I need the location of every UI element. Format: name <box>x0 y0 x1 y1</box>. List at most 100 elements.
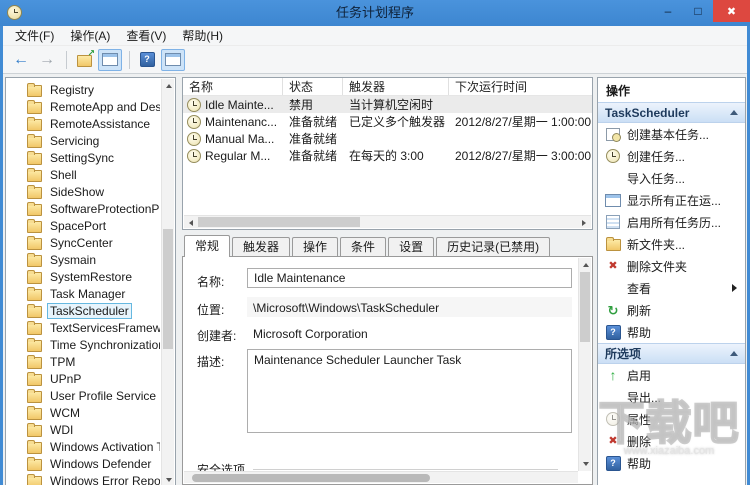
actions-section-header-taskscheduler[interactable]: TaskScheduler <box>598 102 745 123</box>
tree-item-label: Task Manager <box>50 286 126 301</box>
column-header[interactable]: 下次运行时间 <box>449 78 592 95</box>
collapse-icon[interactable] <box>730 347 738 356</box>
tree-item[interactable]: User Profile Service <box>6 387 161 404</box>
tree-item[interactable]: SyncCenter <box>6 234 161 251</box>
tree-item[interactable]: SideShow <box>6 183 161 200</box>
folder-icon <box>26 201 42 216</box>
tree-item[interactable]: SoftwareProtectionPla <box>6 200 161 217</box>
scroll-down-icon[interactable] <box>162 474 175 485</box>
task-list-hscroll-thumb[interactable] <box>198 217 360 227</box>
console-tree-toggle[interactable] <box>98 48 122 71</box>
properties-tab[interactable]: 设置 <box>388 237 435 256</box>
action-pane-toggle[interactable] <box>161 48 185 71</box>
action-item[interactable]: 查看 <box>598 277 745 299</box>
action-item[interactable]: 删除文件夹 <box>598 255 745 277</box>
tree-item-label: Time Synchronization <box>50 337 161 352</box>
name-field[interactable]: Idle Maintenance <box>247 268 572 288</box>
properties-tab[interactable]: 历史记录(已禁用) <box>436 237 551 256</box>
tree-item[interactable]: Windows Error Repor <box>6 472 161 485</box>
properties-vscrollbar[interactable] <box>578 258 591 471</box>
tree-item[interactable]: UPnP <box>6 370 161 387</box>
tree-item[interactable]: SystemRestore <box>6 268 161 285</box>
scroll-right-icon[interactable] <box>578 216 591 229</box>
action-item[interactable]: 刷新 <box>598 299 745 321</box>
table-row[interactable]: Maintenanc... 准备就绪 已定义多个触发器 2012/8/27/星期… <box>183 113 592 130</box>
help-button[interactable] <box>135 49 159 71</box>
scroll-up-icon[interactable] <box>579 258 592 271</box>
action-item-icon <box>605 390 621 404</box>
minimize-button[interactable]: – <box>653 0 683 22</box>
menu-item[interactable]: 查看(V) <box>118 25 174 46</box>
tree-item-label: RemoteAssistance <box>50 116 151 131</box>
tree-item[interactable]: Sysmain <box>6 251 161 268</box>
forward-button[interactable] <box>35 49 59 71</box>
tree-item[interactable]: Task Manager <box>6 285 161 302</box>
action-item[interactable]: 创建任务... <box>598 145 745 167</box>
tree-scrollbar[interactable] <box>161 79 174 485</box>
close-button[interactable]: ✖ <box>713 0 750 22</box>
back-button[interactable] <box>9 49 33 71</box>
action-item[interactable]: 显示所有正在运... <box>598 189 745 211</box>
task-clock-icon <box>186 132 202 146</box>
properties-hscrollbar[interactable] <box>184 471 578 483</box>
action-item[interactable]: 删除 <box>598 430 745 452</box>
properties-vscroll-thumb[interactable] <box>580 272 590 342</box>
tree-item[interactable]: TextServicesFramewor <box>6 319 161 336</box>
maximize-button[interactable]: □ <box>683 0 713 22</box>
action-item[interactable]: 启用所有任务历... <box>598 211 745 233</box>
tree-item[interactable]: Servicing <box>6 132 161 149</box>
tree-scrollbar-thumb[interactable] <box>163 229 173 349</box>
tree-item-label: Windows Error Repor <box>50 473 161 485</box>
properties-tab[interactable]: 操作 <box>292 237 339 256</box>
tree-item[interactable]: WCM <box>6 404 161 421</box>
task-status-cell: 准备就绪 <box>289 115 338 129</box>
table-row[interactable]: Idle Mainte... 禁用 当计算机空闲时 <box>183 96 592 113</box>
folder-icon <box>26 337 42 352</box>
task-list-hscrollbar[interactable] <box>184 215 591 228</box>
menu-item[interactable]: 帮助(H) <box>174 25 231 46</box>
tree-item[interactable]: RemoteApp and Desk <box>6 98 161 115</box>
tree-item[interactable]: RemoteAssistance <box>6 115 161 132</box>
folder-icon <box>26 439 42 454</box>
tree-item[interactable]: TPM <box>6 353 161 370</box>
task-next-run-cell: 2012/8/27/星期一 3:00:00 <box>455 149 592 163</box>
description-field[interactable]: Maintenance Scheduler Launcher Task <box>247 349 572 433</box>
properties-hscroll-thumb[interactable] <box>192 474 430 482</box>
column-header[interactable]: 名称 <box>183 78 283 95</box>
scroll-down-icon[interactable] <box>579 458 592 471</box>
action-item[interactable]: 导入任务... <box>598 167 745 189</box>
table-row[interactable]: Manual Ma... 准备就绪 <box>183 130 592 147</box>
folder-icon <box>26 473 42 485</box>
menu-item[interactable]: 文件(F) <box>7 25 62 46</box>
tree-item[interactable]: Windows Activation Te <box>6 438 161 455</box>
toolbar-button-icon <box>13 53 29 67</box>
tree-item[interactable]: TaskScheduler <box>6 302 161 319</box>
properties-tab[interactable]: 触发器 <box>232 237 291 256</box>
action-item[interactable]: 导出... <box>598 386 745 408</box>
scroll-up-icon[interactable] <box>162 79 175 92</box>
collapse-icon[interactable] <box>730 106 738 115</box>
tree-item[interactable]: SettingSync <box>6 149 161 166</box>
action-item[interactable]: 新文件夹... <box>598 233 745 255</box>
tree-item[interactable]: WDI <box>6 421 161 438</box>
column-header[interactable]: 触发器 <box>343 78 449 95</box>
action-item[interactable]: 启用 <box>598 364 745 386</box>
action-item[interactable]: 帮助 <box>598 321 745 343</box>
action-item[interactable]: 创建基本任务... <box>598 123 745 145</box>
action-item[interactable]: 属性 <box>598 408 745 430</box>
properties-tab[interactable]: 常规 <box>184 235 231 257</box>
column-header[interactable]: 状态 <box>283 78 343 95</box>
menu-item[interactable]: 操作(A) <box>62 25 118 46</box>
actions-section-header-selected-item[interactable]: 所选项 <box>598 343 745 364</box>
table-row[interactable]: Regular M... 准备就绪 在每天的 3:00 2012/8/27/星期… <box>183 147 592 164</box>
tree-item[interactable]: Windows Defender <box>6 455 161 472</box>
tree-item[interactable]: Time Synchronization <box>6 336 161 353</box>
tree-item[interactable]: Shell <box>6 166 161 183</box>
properties-tab[interactable]: 条件 <box>340 237 387 256</box>
tree-item-label: SpacePort <box>50 218 107 233</box>
tree-item[interactable]: Registry <box>6 81 161 98</box>
action-item[interactable]: 帮助 <box>598 452 745 474</box>
tree-item[interactable]: SpacePort <box>6 217 161 234</box>
scroll-left-icon[interactable] <box>184 216 197 229</box>
export-list-button[interactable] <box>72 49 96 71</box>
